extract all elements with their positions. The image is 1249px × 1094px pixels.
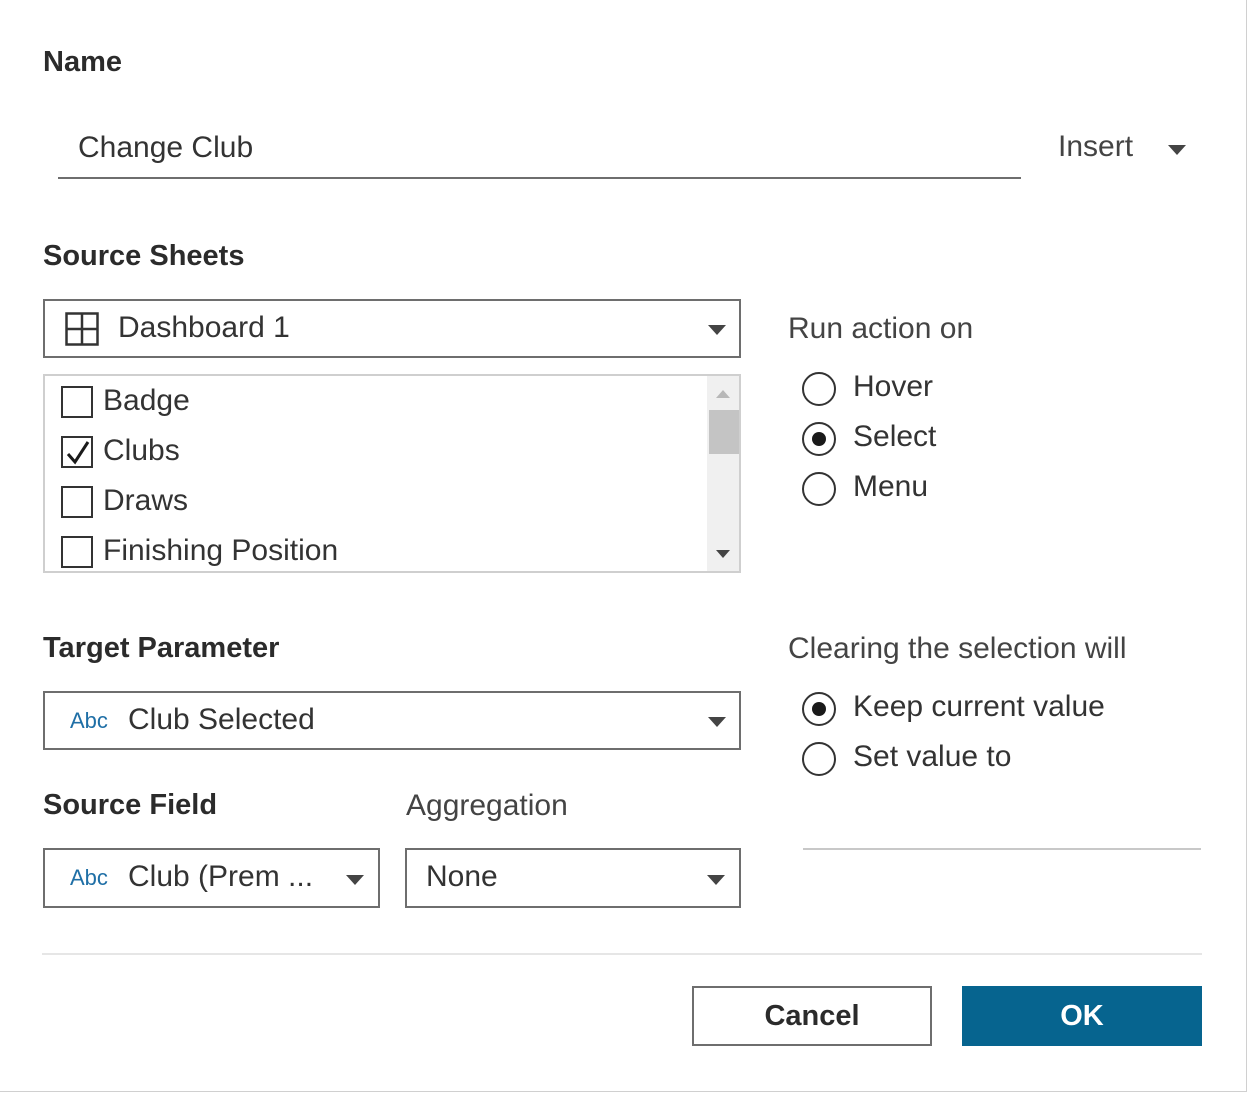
list-item-draws[interactable]: Draws [61, 484, 701, 524]
radio-menu[interactable]: Menu [802, 470, 1002, 510]
target-parameter-heading: Target Parameter [43, 632, 280, 664]
radio-label: Select [853, 420, 937, 453]
ok-button[interactable]: OK [962, 986, 1202, 1046]
checkbox[interactable] [61, 536, 93, 568]
target-parameter-selected: Club Selected [128, 703, 315, 736]
list-item-label: Draws [103, 484, 189, 517]
source-sheets-selected: Dashboard 1 [118, 311, 290, 344]
checkbox-checked[interactable] [61, 436, 93, 468]
list-item-label: Badge [103, 384, 190, 417]
dashboard-grid-icon [65, 312, 99, 346]
clearing-label: Clearing the selection will [788, 632, 1127, 665]
name-heading: Name [43, 46, 122, 78]
aggregation-selected: None [426, 860, 498, 893]
insert-dropdown[interactable]: Insert [1056, 126, 1196, 170]
string-type-badge: Abc [70, 708, 108, 733]
radio-button[interactable] [802, 742, 836, 776]
radio-button-selected[interactable] [802, 422, 836, 456]
list-item-badge[interactable]: Badge [61, 384, 701, 424]
run-action-label: Run action on [788, 312, 974, 345]
source-sheets-list[interactable]: Badge Clubs Draws Finishing Position [43, 374, 741, 573]
radio-keep-current-value[interactable]: Keep current value [802, 690, 1132, 730]
source-field-selected: Club (Prem ... [128, 860, 314, 893]
scroll-down-icon[interactable] [716, 550, 730, 558]
aggregation-label: Aggregation [406, 789, 568, 822]
radio-button-selected[interactable] [802, 692, 836, 726]
edit-parameter-action-dialog: Name Insert Source Sheets Dashboard 1 Ba… [0, 0, 1247, 1092]
radio-label: Set value to [853, 740, 1012, 773]
radio-label: Menu [853, 470, 929, 503]
chevron-down-icon [707, 875, 725, 885]
radio-set-value-to[interactable]: Set value to [802, 740, 1132, 780]
radio-button[interactable] [802, 372, 836, 406]
list-item-label: Finishing Position [103, 534, 339, 567]
footer-divider [42, 953, 1202, 955]
list-item-label: Clubs [103, 434, 180, 467]
cancel-button[interactable]: Cancel [692, 986, 932, 1046]
source-sheets-heading: Source Sheets [43, 240, 245, 272]
radio-select[interactable]: Select [802, 420, 1002, 460]
insert-label: Insert [1058, 130, 1134, 163]
string-type-badge: Abc [70, 865, 108, 890]
scrollbar[interactable] [707, 376, 739, 571]
list-item-clubs[interactable]: Clubs [61, 434, 701, 474]
source-sheets-select[interactable]: Dashboard 1 [43, 299, 741, 358]
scroll-thumb[interactable] [709, 410, 739, 454]
radio-label: Keep current value [853, 690, 1105, 723]
source-field-select[interactable]: Abc Club (Prem ... [43, 848, 380, 908]
scroll-up-icon[interactable] [716, 390, 730, 398]
checkbox[interactable] [61, 486, 93, 518]
target-parameter-select[interactable]: Abc Club Selected [43, 691, 741, 750]
radio-hover[interactable]: Hover [802, 370, 1002, 410]
name-input[interactable] [58, 118, 1021, 179]
chevron-down-icon [708, 325, 726, 335]
checkmark-icon [66, 441, 90, 465]
insert-caret-icon [1168, 145, 1186, 155]
checkbox[interactable] [61, 386, 93, 418]
source-field-heading: Source Field [43, 789, 218, 821]
radio-button[interactable] [802, 472, 836, 506]
list-item-finishing-position[interactable]: Finishing Position [61, 534, 701, 574]
radio-label: Hover [853, 370, 934, 403]
aggregation-select[interactable]: None [405, 848, 741, 908]
set-value-input-underline[interactable] [803, 848, 1201, 850]
chevron-down-icon [708, 717, 726, 727]
chevron-down-icon [346, 875, 364, 885]
